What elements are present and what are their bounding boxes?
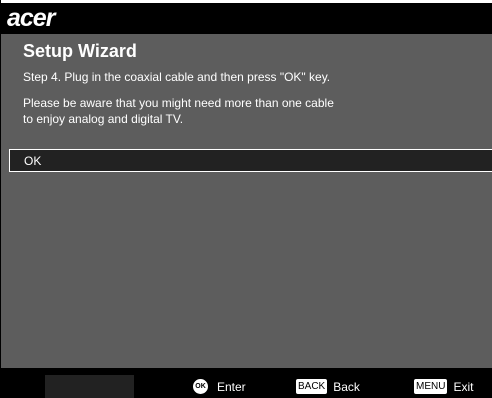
ok-option-label: OK [24, 154, 42, 168]
acer-logo: acer [7, 4, 55, 32]
wizard-content [1, 34, 492, 369]
ok-key-icon: OK [193, 379, 208, 394]
cable-note: Please be aware that you might need more… [23, 95, 423, 127]
header-bar: acer [1, 3, 492, 34]
enter-hint: OK Enter [193, 379, 246, 394]
back-label: Back [333, 379, 360, 394]
step-instruction: Step 4. Plug in the coaxial cable and th… [23, 70, 331, 84]
footer-shaded-area [45, 375, 134, 398]
tv-setup-screen: acer Setup Wizard Step 4. Plug in the co… [0, 0, 492, 398]
cable-note-line-2: to enjoy analog and digital TV. [23, 112, 184, 126]
exit-hint: MENU Exit [414, 379, 473, 394]
ok-option-row[interactable]: OK [9, 149, 492, 172]
menu-key-icon: MENU [414, 379, 448, 394]
back-key-icon: BACK [296, 379, 328, 394]
left-edge [0, 0, 1, 398]
exit-label: Exit [453, 379, 474, 394]
wizard-title: Setup Wizard [23, 41, 137, 61]
back-hint: BACK Back [296, 379, 360, 394]
enter-label: Enter [217, 379, 246, 394]
cable-note-line-1: Please be aware that you might need more… [23, 96, 334, 110]
